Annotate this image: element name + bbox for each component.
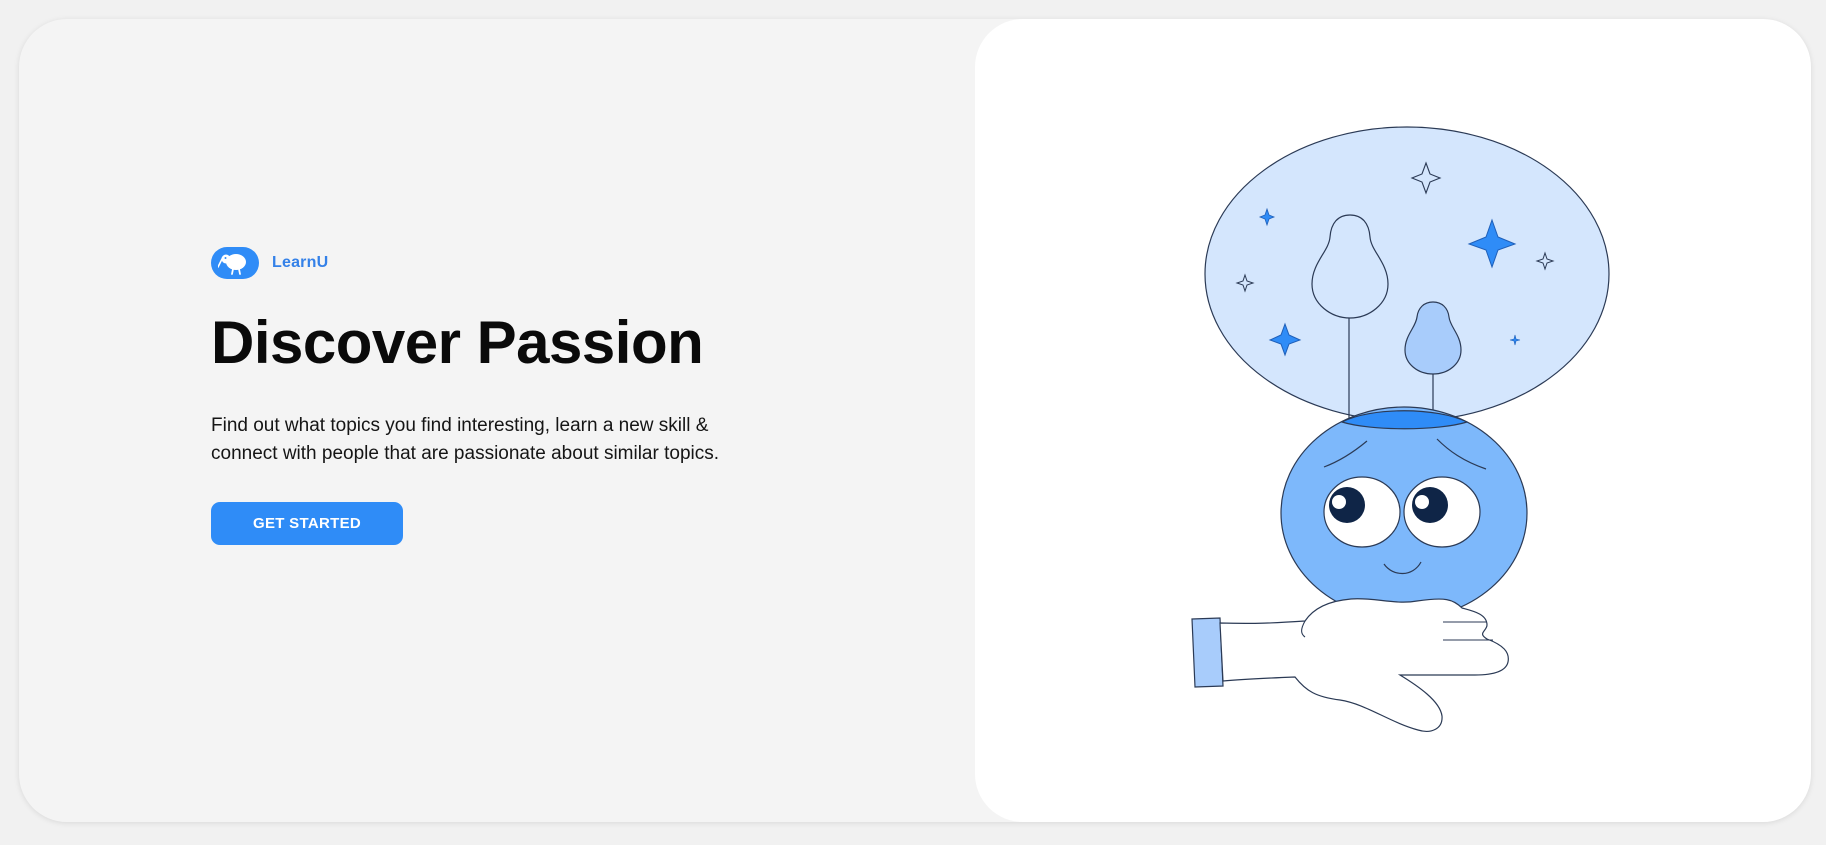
intro-pane: LearnU Discover Passion Find out what to…: [19, 19, 975, 822]
open-hand: [1219, 598, 1509, 732]
illustration-pane: [975, 19, 1811, 822]
brand: LearnU: [211, 246, 771, 280]
hero-content: LearnU Discover Passion Find out what to…: [211, 246, 771, 545]
idea-head-illustration: [1191, 126, 1610, 732]
kiwi-bird-icon: [211, 247, 259, 279]
thought-bubble: [1204, 126, 1610, 422]
hero-description: Find out what topics you find interestin…: [211, 415, 720, 464]
brand-name[interactable]: LearnU: [272, 254, 328, 272]
eye-highlight: [1415, 495, 1429, 509]
main-card: LearnU Discover Passion Find out what to…: [19, 19, 1811, 822]
page-title: Discover Passion: [211, 309, 704, 376]
kiwi-bird-icon-graphic: [218, 254, 246, 275]
eye-highlight: [1332, 495, 1346, 509]
get-started-button[interactable]: GET STARTED: [211, 502, 403, 545]
sleeve-cuff: [1191, 617, 1224, 688]
